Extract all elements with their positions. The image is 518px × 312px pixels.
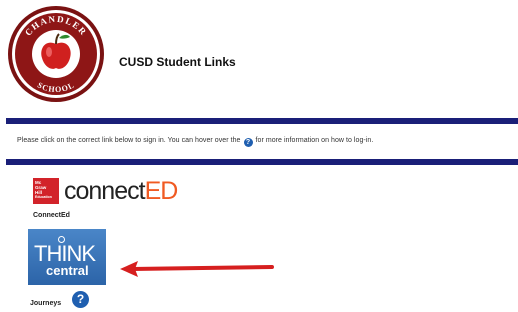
connected-label: ConnectEd xyxy=(33,212,70,219)
connected-logo-main: connect xyxy=(64,177,146,205)
mcgraw-hill-logo-link[interactable]: Mc Graw Hill Education xyxy=(33,178,59,204)
header-rule-bottom xyxy=(6,159,518,165)
instructions-text: Please click on the correct link below t… xyxy=(17,137,373,147)
instructions-after: for more information on how to log-in. xyxy=(255,137,374,144)
journeys-label: Journeys xyxy=(30,300,62,307)
instructions-before: Please click on the correct link below t… xyxy=(17,137,241,144)
connected-logo-link[interactable]: connectED xyxy=(64,177,179,206)
mh-badge-line: Education xyxy=(35,195,52,199)
thinkcentral-logo-link[interactable]: THINK central xyxy=(28,229,106,285)
question-circle-icon: ? xyxy=(243,138,253,147)
page-title: CUSD Student Links xyxy=(119,55,236,69)
connected-logo-accent: ED xyxy=(144,177,179,205)
think-logo-bottom: central xyxy=(46,263,89,278)
question-circle-icon[interactable]: ? xyxy=(72,291,89,308)
chandler-district-logo: CHANDLER SCHOOL xyxy=(8,6,104,102)
red-arrow-left-icon xyxy=(120,261,274,277)
header-rule-top xyxy=(6,118,518,124)
